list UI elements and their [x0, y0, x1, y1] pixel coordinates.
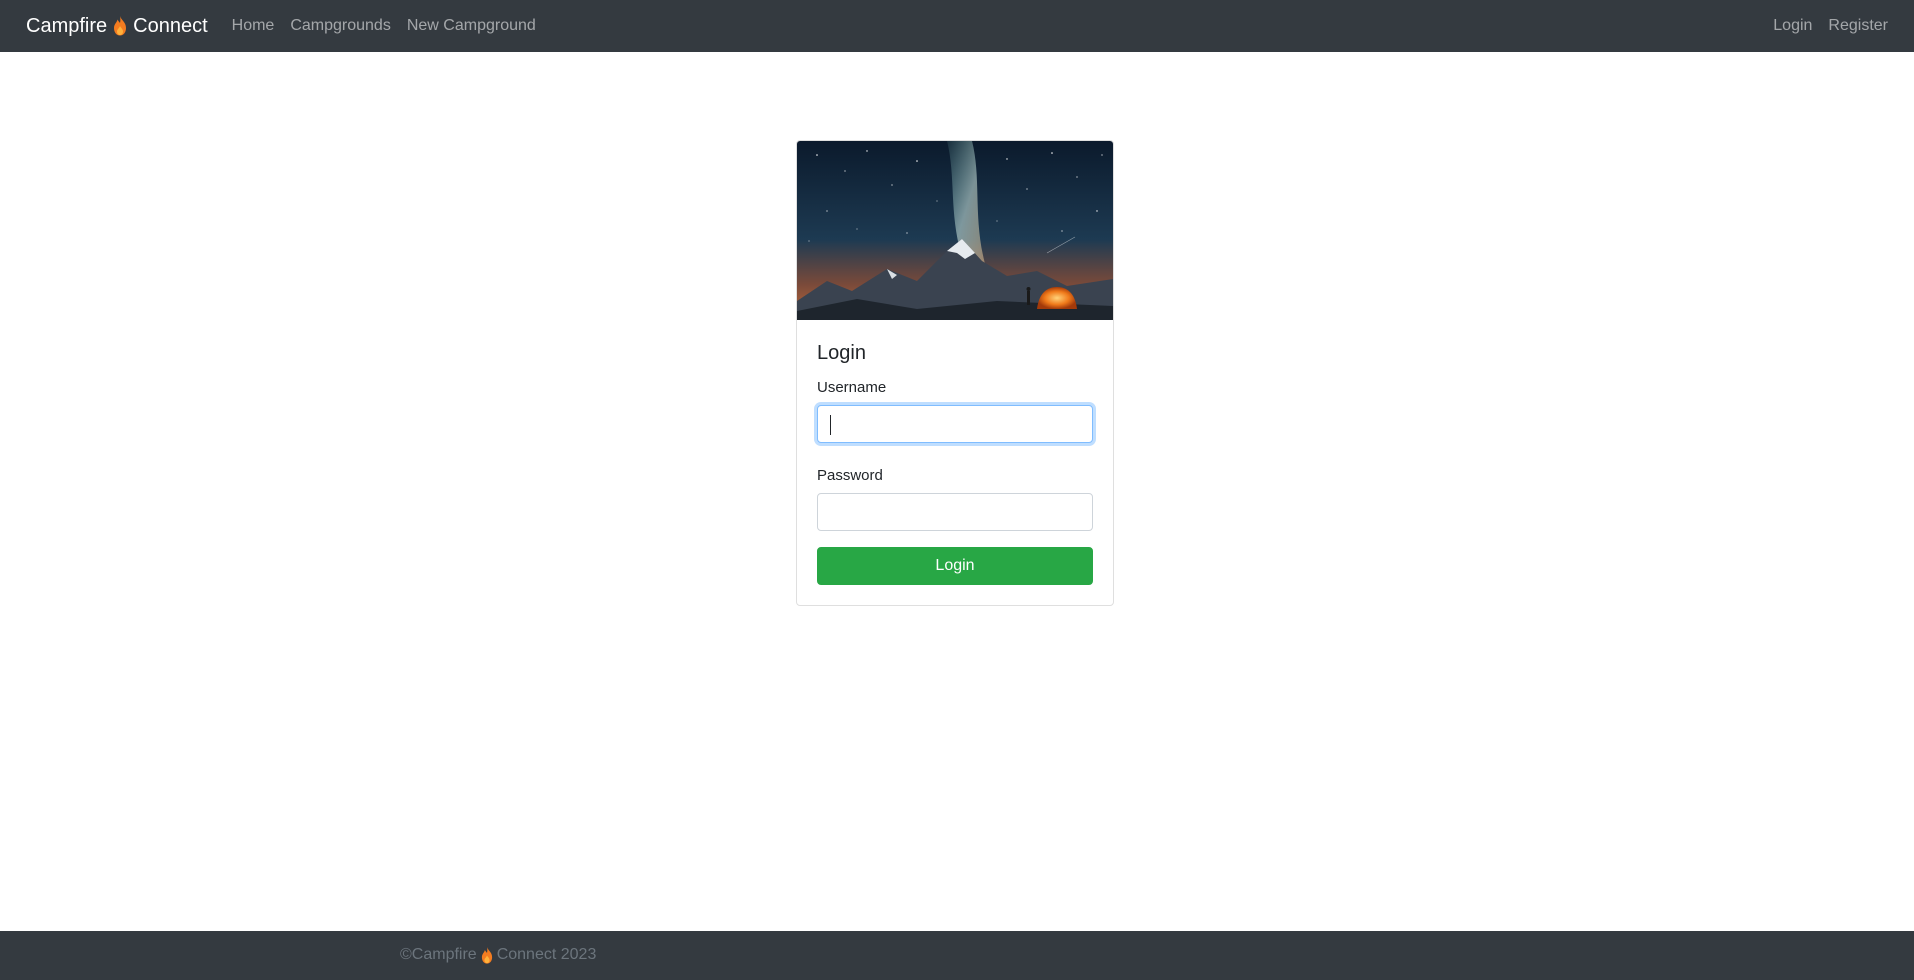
brand-name-right: Connect [133, 14, 208, 37]
page-footer: ©Campfire Connect 2023 [0, 931, 1914, 980]
footer-prefix: ©Campfire [400, 946, 477, 963]
nav-link-register[interactable]: Register [1828, 17, 1888, 35]
nav-auth-links: Login Register [1757, 17, 1888, 35]
username-group: Username [817, 379, 1093, 443]
nav-links: Home Campgrounds New Campground [232, 17, 552, 35]
footer-copyright: ©Campfire Connect 2023 [400, 946, 596, 964]
login-title: Login [817, 342, 866, 364]
footer-suffix: Connect 2023 [496, 946, 597, 963]
text-caret [830, 415, 831, 435]
brand-logo-link[interactable]: Campfire Connect [26, 15, 208, 38]
night-sky-mountain-image [797, 141, 1113, 320]
password-label: Password [817, 467, 883, 484]
password-input[interactable] [817, 493, 1093, 531]
login-card-body: Login Username Password Login [797, 320, 1113, 605]
nav-link-campgrounds[interactable]: Campgrounds [290, 17, 391, 35]
username-label: Username [817, 379, 887, 396]
login-submit-button[interactable]: Login [817, 547, 1093, 585]
flame-icon [481, 946, 492, 964]
brand-name-left: Campfire [26, 14, 108, 37]
nav-link-new-campground[interactable]: New Campground [407, 17, 536, 35]
nav-link-login[interactable]: Login [1773, 17, 1812, 35]
flame-icon [114, 16, 127, 36]
password-group: Password [817, 467, 1093, 531]
login-card: Login Username Password Login [796, 140, 1114, 606]
username-input[interactable] [817, 405, 1093, 443]
nav-link-home[interactable]: Home [232, 17, 275, 35]
top-navbar: Campfire Connect Home Campgrounds New Ca… [0, 0, 1914, 52]
